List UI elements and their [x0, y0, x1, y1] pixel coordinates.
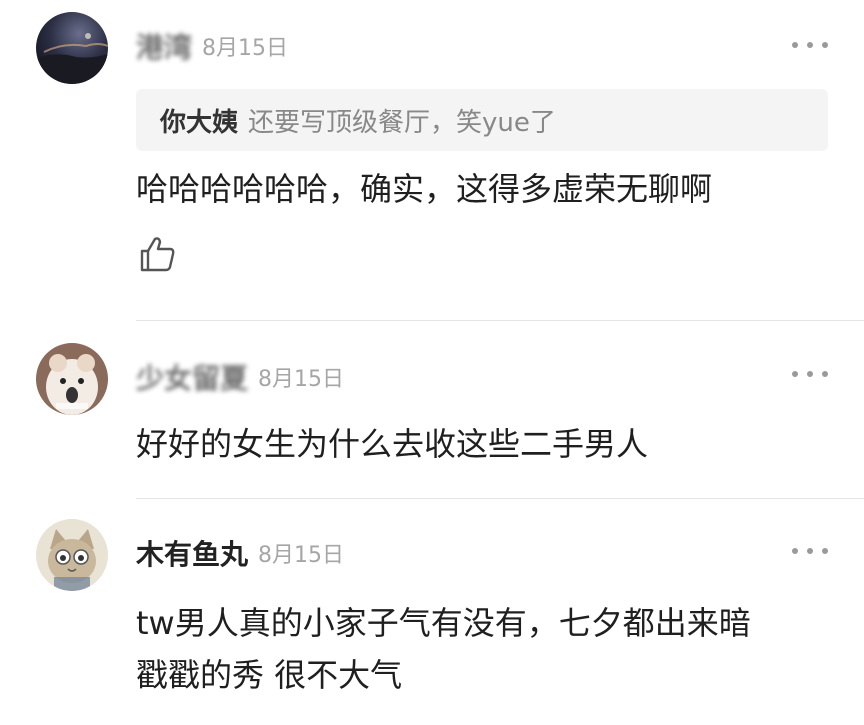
comment-text: 好好的女生为什么去收这些二手男人 — [136, 425, 649, 463]
more-dots-icon[interactable] — [792, 368, 828, 380]
comment-header: 木有鱼丸 8月15日 — [136, 533, 344, 573]
comment-header: 港湾 8月15日 — [136, 26, 288, 66]
comment-date: 8月15日 — [202, 36, 289, 61]
quote-text: 还要写顶级餐厅，笑yue了 — [248, 107, 556, 138]
quote-author[interactable]: 你大姨 — [160, 102, 238, 139]
username[interactable]: 少女留夏 — [136, 357, 248, 397]
thumbs-up-icon[interactable] — [138, 234, 178, 274]
more-dots-icon[interactable] — [792, 39, 828, 51]
comment-item: 港湾 8月15日 你大姨 还要写顶级餐厅，笑yue了 哈哈哈哈哈哈，确实，这得多… — [0, 0, 864, 320]
quoted-reply[interactable]: 你大姨 还要写顶级餐厅，笑yue了 — [136, 89, 828, 151]
cartoon-cat-avatar-icon — [36, 519, 108, 591]
username[interactable]: 木有鱼丸 — [136, 533, 248, 573]
avatar[interactable] — [36, 343, 108, 415]
comment-text: tw男人真的小家子气有没有，七夕都出来暗 戳戳的秀 很不大气 — [136, 597, 836, 701]
cartoon-hamster-avatar-icon — [36, 343, 108, 415]
comment-text: 哈哈哈哈哈哈，确实，这得多虚荣无聊啊 — [136, 170, 713, 208]
comment-text-line: 戳戳的秀 很不大气 — [136, 656, 403, 694]
night-sky-avatar-icon — [36, 12, 108, 84]
comment-header: 少女留夏 8月15日 — [136, 357, 344, 397]
comment-text-line: tw男人真的小家子气有没有，七夕都出来暗 — [136, 604, 751, 642]
comment-date: 8月15日 — [258, 543, 345, 568]
comment-date: 8月15日 — [258, 367, 345, 392]
comment-item: 木有鱼丸 8月15日 tw男人真的小家子气有没有，七夕都出来暗 戳戳的秀 很不大… — [0, 499, 864, 725]
username[interactable]: 港湾 — [136, 26, 192, 66]
avatar[interactable] — [36, 12, 108, 84]
comment-item: 少女留夏 8月15日 好好的女生为什么去收这些二手男人 — [0, 321, 864, 498]
avatar[interactable] — [36, 519, 108, 591]
more-dots-icon[interactable] — [792, 545, 828, 557]
